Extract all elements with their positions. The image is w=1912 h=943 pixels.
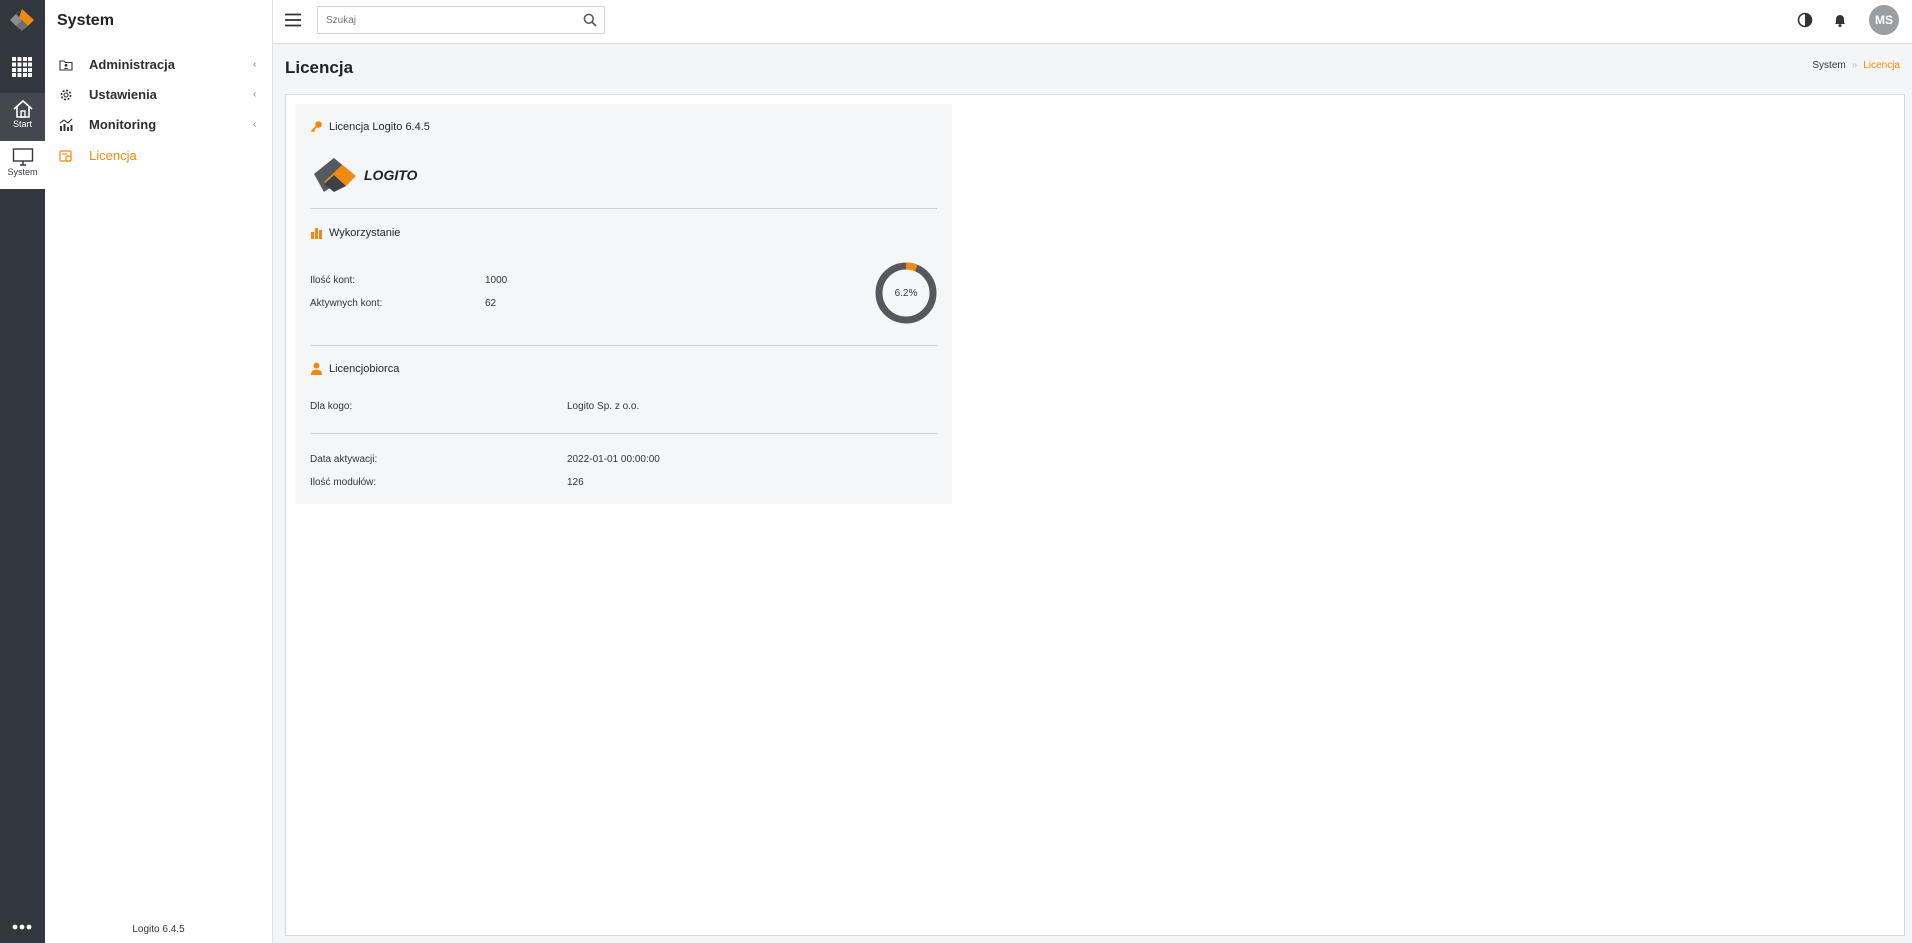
sidebar: System Administracja ‹ Ustawienia ‹ Moni…	[45, 0, 273, 943]
hamburger-menu-icon[interactable]	[285, 13, 301, 27]
active-accounts-label: Aktywnych kont:	[310, 298, 383, 309]
sidebar-item-label: Licencja	[89, 148, 137, 163]
license-icon	[59, 150, 72, 162]
sidebar-item-monitoring[interactable]: Monitoring ‹	[45, 110, 272, 140]
licensee-for-value: Logito Sp. z o.o.	[567, 401, 640, 412]
activation-date-value: 2022-01-01 00:00:00	[567, 454, 660, 465]
usage-donut-chart: 6.2%	[874, 261, 938, 325]
rail-item-label: Start	[12, 119, 32, 129]
page-title: Licencja	[285, 58, 354, 77]
usage-title: Wykorzystanie	[329, 226, 401, 239]
search-icon[interactable]	[583, 13, 597, 27]
chevron-left-icon: ‹	[253, 89, 257, 100]
apps-grid-icon[interactable]	[12, 57, 32, 77]
licensee-title: Licencjobiorca	[329, 362, 400, 375]
contrast-toggle-icon[interactable]	[1797, 12, 1813, 28]
license-card: Licencja Logito 6.4.5 LOGITO Wykorzystan…	[295, 104, 952, 504]
folder-user-icon	[59, 60, 73, 71]
rail-item-system[interactable]: System	[0, 141, 45, 189]
rail-item-label: System	[7, 167, 38, 177]
breadcrumb: System » Licencja	[1812, 60, 1900, 71]
sidebar-item-ustawienia[interactable]: Ustawienia ‹	[45, 80, 272, 110]
search-box	[317, 6, 605, 34]
breadcrumb-separator: »	[1851, 60, 1858, 71]
sidebar-item-licencja[interactable]: Licencja	[45, 141, 272, 171]
bell-icon[interactable]	[1832, 12, 1848, 28]
active-accounts-value: 62	[485, 298, 497, 309]
usage-percent: 6.2%	[894, 287, 918, 299]
chevron-left-icon: ‹	[253, 59, 257, 70]
divider	[310, 345, 937, 346]
logito-logo-icon[interactable]	[7, 8, 37, 32]
breadcrumb-item-system[interactable]: System	[1812, 60, 1845, 71]
accounts-label: Ilość kont:	[310, 275, 356, 286]
sidebar-item-administracja[interactable]: Administracja ‹	[45, 50, 272, 80]
breadcrumb-item-current: Licencja	[1863, 60, 1900, 71]
sidebar-item-label: Ustawienia	[89, 87, 157, 102]
content-panel: Licencja Logito 6.4.5 LOGITO Wykorzystan…	[285, 94, 1905, 936]
logo-text: LOGITO	[364, 167, 418, 183]
modules-count-label: Ilość modułów:	[310, 477, 377, 488]
gear-icon	[60, 89, 72, 101]
usage-header: Wykorzystanie	[310, 226, 400, 239]
license-header: Licencja Logito 6.4.5	[310, 120, 430, 133]
sidebar-item-label: Administracja	[89, 57, 175, 72]
chevron-left-icon: ‹	[253, 119, 257, 130]
license-title: Licencja Logito 6.4.5	[329, 120, 430, 133]
activation-date-label: Data aktywacji:	[310, 454, 378, 465]
user-icon	[311, 362, 322, 375]
sidebar-item-label: Monitoring	[89, 117, 157, 132]
icon-rail: Start System	[0, 0, 45, 943]
licensee-for-label: Dla kogo:	[310, 401, 353, 412]
rail-item-start[interactable]: Start	[0, 93, 45, 141]
modules-count-value: 126	[567, 477, 584, 488]
chart-line-icon	[59, 118, 73, 131]
avatar[interactable]: MS	[1869, 5, 1899, 35]
divider	[310, 433, 937, 434]
licensee-header: Licencjobiorca	[310, 362, 399, 375]
search-input[interactable]	[318, 7, 568, 33]
accounts-value: 1000	[485, 275, 508, 286]
key-icon	[310, 121, 322, 133]
divider	[310, 208, 937, 209]
more-dots-icon[interactable]	[11, 923, 33, 931]
monitor-icon	[12, 148, 33, 166]
topbar: MS	[273, 0, 1912, 44]
logito-brand-logo: LOGITO	[314, 158, 418, 192]
home-icon	[12, 99, 33, 118]
sidebar-title: System	[57, 12, 114, 29]
bar-chart-icon	[311, 228, 322, 239]
app-version: Logito 6.4.5	[132, 924, 185, 935]
